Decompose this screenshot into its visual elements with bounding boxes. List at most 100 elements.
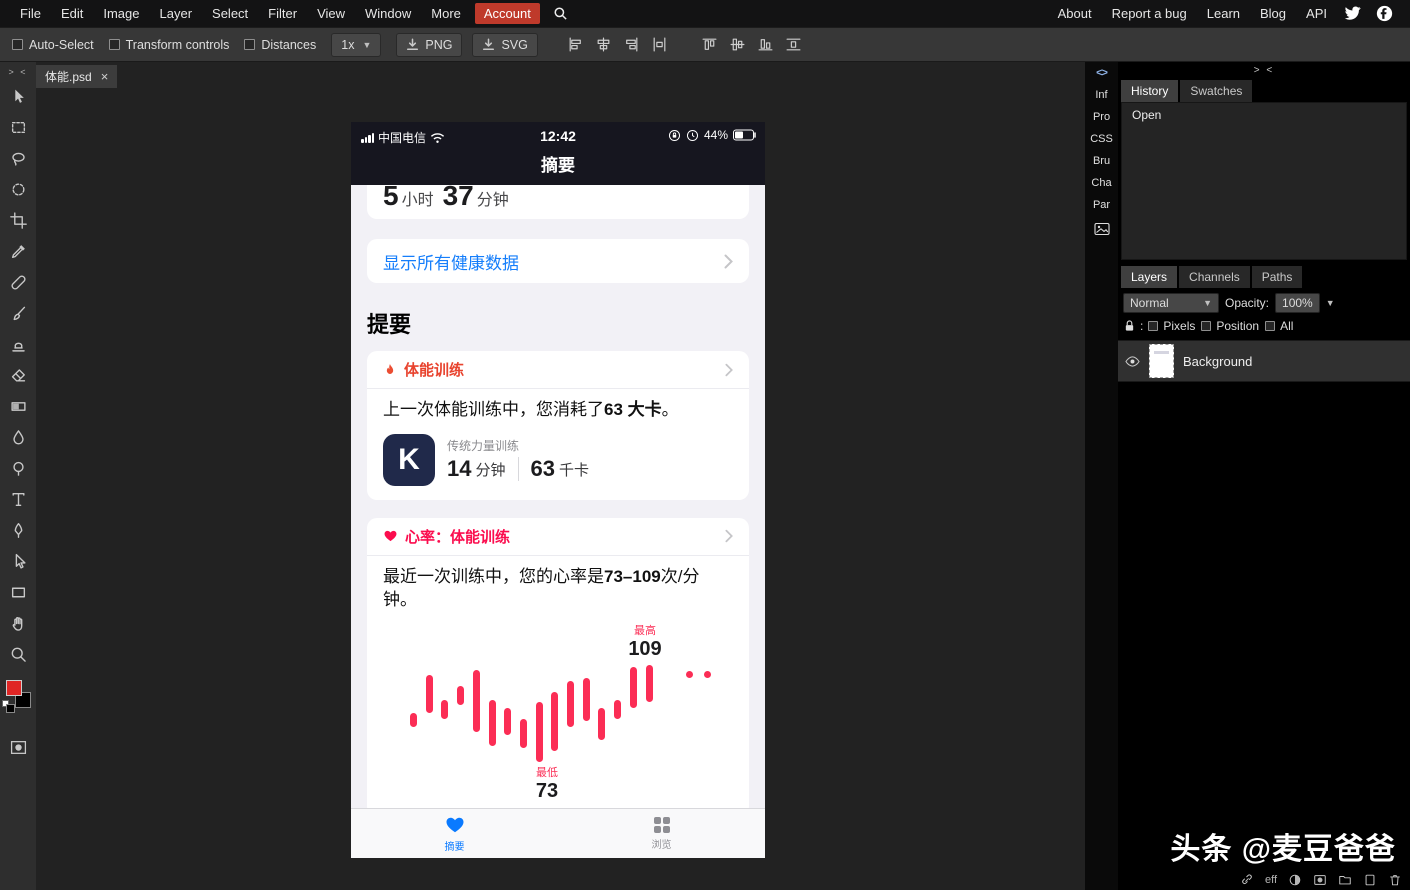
menu-more[interactable]: More <box>421 1 471 26</box>
layer-name: Background <box>1183 354 1252 369</box>
marquee-select-tool[interactable] <box>2 112 34 143</box>
dodge-tool[interactable] <box>2 453 34 484</box>
align-left-icon[interactable] <box>567 36 584 53</box>
search-icon[interactable] <box>546 6 575 21</box>
phone-screenshot-document[interactable]: 中国电信 12:42 44% 摘要 5 小时 37 分钟 <box>351 122 765 858</box>
menu-blog[interactable]: Blog <box>1250 1 1296 26</box>
canvas-area[interactable]: 体能.psd × 中国电信 12:42 44% 摘要 5 <box>36 62 1085 890</box>
effects-icon[interactable]: eff <box>1265 874 1277 886</box>
collapse-left-panel[interactable]: > < <box>8 65 27 81</box>
foreground-color-swatch[interactable] <box>6 680 22 696</box>
healing-brush-tool[interactable] <box>2 267 34 298</box>
gradient-tool[interactable] <box>2 391 34 422</box>
menu-about[interactable]: About <box>1048 1 1102 26</box>
collapse-right-panel[interactable]: > < <box>1118 62 1410 80</box>
object-select-tool[interactable] <box>2 174 34 205</box>
menu-learn[interactable]: Learn <box>1197 1 1250 26</box>
lock-position[interactable]: Position <box>1201 319 1259 333</box>
lasso-tool[interactable] <box>2 143 34 174</box>
opacity-slider-icon[interactable]: ▼ <box>1326 298 1335 308</box>
pen-tool[interactable] <box>2 515 34 546</box>
panel-tab-css[interactable]: CSS <box>1090 133 1113 145</box>
blur-tool[interactable] <box>2 422 34 453</box>
align-top-icon[interactable] <box>701 36 718 53</box>
status-bar-right: 44% <box>668 128 757 142</box>
distribute-h-icon[interactable] <box>651 36 668 53</box>
checkbox-box[interactable] <box>12 39 23 50</box>
layer-thumbnail[interactable] <box>1149 344 1174 378</box>
visibility-eye-icon[interactable] <box>1125 354 1140 369</box>
export-svg-button[interactable]: SVG <box>472 33 537 57</box>
eraser-tool[interactable] <box>2 360 34 391</box>
layers-tab-layers[interactable]: Layers <box>1121 266 1177 288</box>
checkbox-box[interactable] <box>1148 321 1158 331</box>
menu-edit[interactable]: Edit <box>51 1 93 26</box>
distribute-v-icon[interactable] <box>785 36 802 53</box>
checkbox-box[interactable] <box>244 39 255 50</box>
layers-tab-paths[interactable]: Paths <box>1252 266 1303 288</box>
history-item[interactable]: Open <box>1122 103 1406 127</box>
mask-icon[interactable] <box>1313 873 1327 887</box>
right-panel: > < HistorySwatches Open LayersChannelsP… <box>1118 62 1410 890</box>
align-center-h-icon[interactable] <box>595 36 612 53</box>
default-colors-icon[interactable] <box>2 700 9 707</box>
checkbox-transform-controls[interactable]: Transform controls <box>109 38 230 52</box>
checkbox-box[interactable] <box>109 39 120 50</box>
zoom-tool[interactable] <box>2 639 34 670</box>
align-right-icon[interactable] <box>623 36 640 53</box>
panel-tab-pro[interactable]: Pro <box>1093 111 1110 123</box>
delete-icon[interactable] <box>1388 873 1402 887</box>
adjustment-icon[interactable] <box>1288 873 1302 887</box>
layers-tab-channels[interactable]: Channels <box>1179 266 1250 288</box>
checkbox-auto-select[interactable]: Auto-Select <box>12 38 94 52</box>
menu-api[interactable]: API <box>1296 1 1337 26</box>
crop-tool[interactable] <box>2 205 34 236</box>
menu-select[interactable]: Select <box>202 1 258 26</box>
twitter-icon[interactable] <box>1337 6 1369 21</box>
menu-window[interactable]: Window <box>355 1 421 26</box>
opacity-value[interactable]: 100% <box>1275 293 1320 313</box>
new-layer-icon[interactable] <box>1363 873 1377 887</box>
menu-view[interactable]: View <box>307 1 355 26</box>
checkbox-box[interactable] <box>1201 321 1211 331</box>
type-tool[interactable] <box>2 484 34 515</box>
close-tab-icon[interactable]: × <box>101 69 109 84</box>
align-middle-icon[interactable] <box>729 36 746 53</box>
layers-list: Background <box>1118 340 1410 382</box>
panel-tab-cha[interactable]: Cha <box>1091 177 1111 189</box>
quick-mask-icon[interactable] <box>2 732 34 763</box>
panel-tab-bru[interactable]: Bru <box>1093 155 1110 167</box>
code-panel-tab[interactable]: <> <box>1096 67 1107 79</box>
account-button[interactable]: Account <box>475 3 540 24</box>
clone-stamp-tool[interactable] <box>2 329 34 360</box>
image-panel-icon[interactable] <box>1093 221 1111 237</box>
brush-tool[interactable] <box>2 298 34 329</box>
menu-file[interactable]: File <box>10 1 51 26</box>
path-select-tool[interactable] <box>2 546 34 577</box>
menu-report-a-bug[interactable]: Report a bug <box>1102 1 1197 26</box>
document-tab[interactable]: 体能.psd × <box>36 65 117 88</box>
history-tab-history[interactable]: History <box>1121 80 1178 102</box>
shape-tool[interactable] <box>2 577 34 608</box>
facebook-icon[interactable] <box>1369 5 1400 22</box>
panel-tab-par[interactable]: Par <box>1093 199 1110 211</box>
folder-icon[interactable] <box>1338 873 1352 887</box>
menu-layer[interactable]: Layer <box>150 1 203 26</box>
menu-image[interactable]: Image <box>93 1 149 26</box>
checkbox-distances[interactable]: Distances <box>244 38 316 52</box>
layer-row[interactable]: Background <box>1118 340 1410 382</box>
lock-pixels[interactable]: Pixels <box>1148 319 1195 333</box>
zoom-select[interactable]: 1x▼ <box>331 33 381 57</box>
menu-filter[interactable]: Filter <box>258 1 307 26</box>
panel-tab-inf[interactable]: Inf <box>1095 89 1107 101</box>
blend-mode-select[interactable]: Normal▼ <box>1123 293 1219 313</box>
eyedropper-tool[interactable] <box>2 236 34 267</box>
link-icon[interactable] <box>1240 873 1254 887</box>
move-tool[interactable] <box>2 81 34 112</box>
checkbox-box[interactable] <box>1265 321 1275 331</box>
lock-all[interactable]: All <box>1265 319 1293 333</box>
history-tab-swatches[interactable]: Swatches <box>1180 80 1252 102</box>
align-bottom-icon[interactable] <box>757 36 774 53</box>
hand-tool[interactable] <box>2 608 34 639</box>
export-png-button[interactable]: PNG <box>396 33 462 57</box>
